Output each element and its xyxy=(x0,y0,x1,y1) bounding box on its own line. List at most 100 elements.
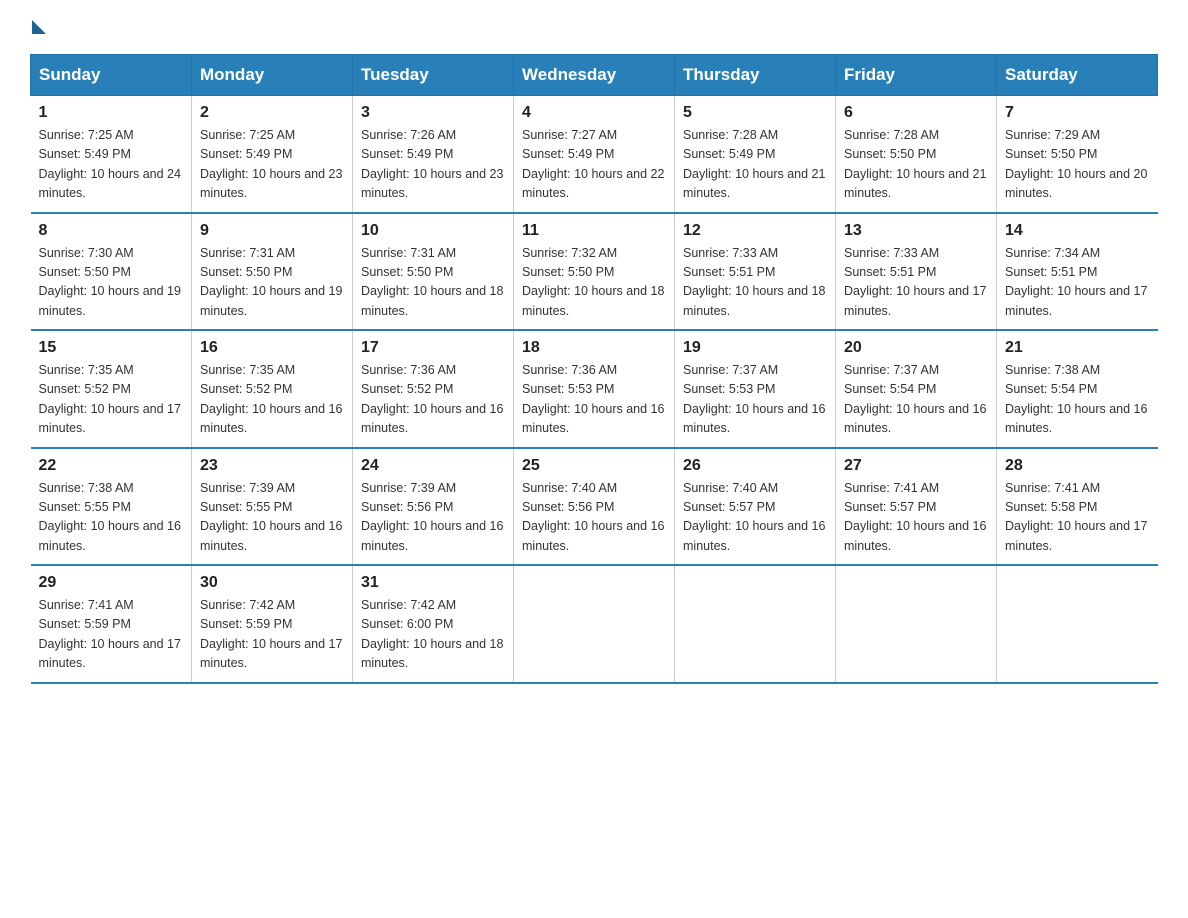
calendar-cell: 31 Sunrise: 7:42 AMSunset: 6:00 PMDaylig… xyxy=(353,565,514,683)
day-info: Sunrise: 7:40 AMSunset: 5:57 PMDaylight:… xyxy=(683,479,827,557)
calendar-cell: 20 Sunrise: 7:37 AMSunset: 5:54 PMDaylig… xyxy=(836,330,997,448)
calendar-cell xyxy=(997,565,1158,683)
col-header-sunday: Sunday xyxy=(31,55,192,96)
day-info: Sunrise: 7:40 AMSunset: 5:56 PMDaylight:… xyxy=(522,479,666,557)
day-info: Sunrise: 7:41 AMSunset: 5:57 PMDaylight:… xyxy=(844,479,988,557)
col-header-friday: Friday xyxy=(836,55,997,96)
day-number: 9 xyxy=(200,222,344,240)
calendar-cell: 18 Sunrise: 7:36 AMSunset: 5:53 PMDaylig… xyxy=(514,330,675,448)
calendar-cell: 9 Sunrise: 7:31 AMSunset: 5:50 PMDayligh… xyxy=(192,213,353,331)
day-info: Sunrise: 7:34 AMSunset: 5:51 PMDaylight:… xyxy=(1005,244,1150,322)
day-info: Sunrise: 7:33 AMSunset: 5:51 PMDaylight:… xyxy=(844,244,988,322)
day-info: Sunrise: 7:36 AMSunset: 5:53 PMDaylight:… xyxy=(522,361,666,439)
day-number: 4 xyxy=(522,104,666,122)
day-number: 20 xyxy=(844,339,988,357)
day-info: Sunrise: 7:36 AMSunset: 5:52 PMDaylight:… xyxy=(361,361,505,439)
day-info: Sunrise: 7:33 AMSunset: 5:51 PMDaylight:… xyxy=(683,244,827,322)
day-info: Sunrise: 7:31 AMSunset: 5:50 PMDaylight:… xyxy=(200,244,344,322)
day-number: 17 xyxy=(361,339,505,357)
logo xyxy=(30,20,52,34)
col-header-wednesday: Wednesday xyxy=(514,55,675,96)
calendar-cell: 16 Sunrise: 7:35 AMSunset: 5:52 PMDaylig… xyxy=(192,330,353,448)
day-info: Sunrise: 7:32 AMSunset: 5:50 PMDaylight:… xyxy=(522,244,666,322)
day-number: 12 xyxy=(683,222,827,240)
day-info: Sunrise: 7:29 AMSunset: 5:50 PMDaylight:… xyxy=(1005,126,1150,204)
calendar-cell: 27 Sunrise: 7:41 AMSunset: 5:57 PMDaylig… xyxy=(836,448,997,566)
day-info: Sunrise: 7:37 AMSunset: 5:53 PMDaylight:… xyxy=(683,361,827,439)
day-info: Sunrise: 7:30 AMSunset: 5:50 PMDaylight:… xyxy=(39,244,184,322)
day-number: 23 xyxy=(200,457,344,475)
col-header-saturday: Saturday xyxy=(997,55,1158,96)
calendar-cell: 28 Sunrise: 7:41 AMSunset: 5:58 PMDaylig… xyxy=(997,448,1158,566)
day-number: 22 xyxy=(39,457,184,475)
day-number: 21 xyxy=(1005,339,1150,357)
calendar-cell: 19 Sunrise: 7:37 AMSunset: 5:53 PMDaylig… xyxy=(675,330,836,448)
page-header xyxy=(30,20,1158,34)
day-info: Sunrise: 7:25 AMSunset: 5:49 PMDaylight:… xyxy=(200,126,344,204)
calendar-week-2: 8 Sunrise: 7:30 AMSunset: 5:50 PMDayligh… xyxy=(31,213,1158,331)
day-number: 31 xyxy=(361,574,505,592)
day-number: 24 xyxy=(361,457,505,475)
calendar-cell: 25 Sunrise: 7:40 AMSunset: 5:56 PMDaylig… xyxy=(514,448,675,566)
calendar-cell: 24 Sunrise: 7:39 AMSunset: 5:56 PMDaylig… xyxy=(353,448,514,566)
day-number: 13 xyxy=(844,222,988,240)
day-number: 1 xyxy=(39,104,184,122)
day-number: 15 xyxy=(39,339,184,357)
day-info: Sunrise: 7:35 AMSunset: 5:52 PMDaylight:… xyxy=(200,361,344,439)
calendar-cell: 3 Sunrise: 7:26 AMSunset: 5:49 PMDayligh… xyxy=(353,96,514,213)
day-info: Sunrise: 7:41 AMSunset: 5:59 PMDaylight:… xyxy=(39,596,184,674)
calendar-cell: 13 Sunrise: 7:33 AMSunset: 5:51 PMDaylig… xyxy=(836,213,997,331)
day-info: Sunrise: 7:41 AMSunset: 5:58 PMDaylight:… xyxy=(1005,479,1150,557)
day-info: Sunrise: 7:28 AMSunset: 5:50 PMDaylight:… xyxy=(844,126,988,204)
day-info: Sunrise: 7:35 AMSunset: 5:52 PMDaylight:… xyxy=(39,361,184,439)
day-number: 2 xyxy=(200,104,344,122)
day-info: Sunrise: 7:26 AMSunset: 5:49 PMDaylight:… xyxy=(361,126,505,204)
day-number: 29 xyxy=(39,574,184,592)
day-number: 5 xyxy=(683,104,827,122)
calendar-cell: 2 Sunrise: 7:25 AMSunset: 5:49 PMDayligh… xyxy=(192,96,353,213)
day-info: Sunrise: 7:31 AMSunset: 5:50 PMDaylight:… xyxy=(361,244,505,322)
day-info: Sunrise: 7:25 AMSunset: 5:49 PMDaylight:… xyxy=(39,126,184,204)
calendar-cell: 29 Sunrise: 7:41 AMSunset: 5:59 PMDaylig… xyxy=(31,565,192,683)
day-number: 28 xyxy=(1005,457,1150,475)
calendar-cell: 12 Sunrise: 7:33 AMSunset: 5:51 PMDaylig… xyxy=(675,213,836,331)
calendar-week-1: 1 Sunrise: 7:25 AMSunset: 5:49 PMDayligh… xyxy=(31,96,1158,213)
col-header-monday: Monday xyxy=(192,55,353,96)
calendar-cell: 26 Sunrise: 7:40 AMSunset: 5:57 PMDaylig… xyxy=(675,448,836,566)
calendar-cell: 8 Sunrise: 7:30 AMSunset: 5:50 PMDayligh… xyxy=(31,213,192,331)
day-number: 6 xyxy=(844,104,988,122)
day-info: Sunrise: 7:42 AMSunset: 6:00 PMDaylight:… xyxy=(361,596,505,674)
logo-arrow-icon xyxy=(32,20,46,34)
calendar-cell xyxy=(514,565,675,683)
day-info: Sunrise: 7:38 AMSunset: 5:55 PMDaylight:… xyxy=(39,479,184,557)
day-number: 25 xyxy=(522,457,666,475)
calendar-cell: 15 Sunrise: 7:35 AMSunset: 5:52 PMDaylig… xyxy=(31,330,192,448)
calendar-cell xyxy=(675,565,836,683)
calendar-cell: 22 Sunrise: 7:38 AMSunset: 5:55 PMDaylig… xyxy=(31,448,192,566)
calendar-cell xyxy=(836,565,997,683)
calendar-week-3: 15 Sunrise: 7:35 AMSunset: 5:52 PMDaylig… xyxy=(31,330,1158,448)
day-number: 18 xyxy=(522,339,666,357)
day-info: Sunrise: 7:28 AMSunset: 5:49 PMDaylight:… xyxy=(683,126,827,204)
calendar-cell: 6 Sunrise: 7:28 AMSunset: 5:50 PMDayligh… xyxy=(836,96,997,213)
day-number: 7 xyxy=(1005,104,1150,122)
day-number: 19 xyxy=(683,339,827,357)
day-info: Sunrise: 7:39 AMSunset: 5:55 PMDaylight:… xyxy=(200,479,344,557)
calendar-week-4: 22 Sunrise: 7:38 AMSunset: 5:55 PMDaylig… xyxy=(31,448,1158,566)
calendar-header: SundayMondayTuesdayWednesdayThursdayFrid… xyxy=(31,55,1158,96)
header-row: SundayMondayTuesdayWednesdayThursdayFrid… xyxy=(31,55,1158,96)
day-number: 26 xyxy=(683,457,827,475)
calendar-cell: 5 Sunrise: 7:28 AMSunset: 5:49 PMDayligh… xyxy=(675,96,836,213)
day-info: Sunrise: 7:37 AMSunset: 5:54 PMDaylight:… xyxy=(844,361,988,439)
calendar-cell: 11 Sunrise: 7:32 AMSunset: 5:50 PMDaylig… xyxy=(514,213,675,331)
day-info: Sunrise: 7:38 AMSunset: 5:54 PMDaylight:… xyxy=(1005,361,1150,439)
day-number: 16 xyxy=(200,339,344,357)
day-number: 27 xyxy=(844,457,988,475)
day-number: 11 xyxy=(522,222,666,240)
day-number: 14 xyxy=(1005,222,1150,240)
day-info: Sunrise: 7:27 AMSunset: 5:49 PMDaylight:… xyxy=(522,126,666,204)
day-number: 10 xyxy=(361,222,505,240)
calendar-cell: 21 Sunrise: 7:38 AMSunset: 5:54 PMDaylig… xyxy=(997,330,1158,448)
calendar-cell: 10 Sunrise: 7:31 AMSunset: 5:50 PMDaylig… xyxy=(353,213,514,331)
day-number: 3 xyxy=(361,104,505,122)
